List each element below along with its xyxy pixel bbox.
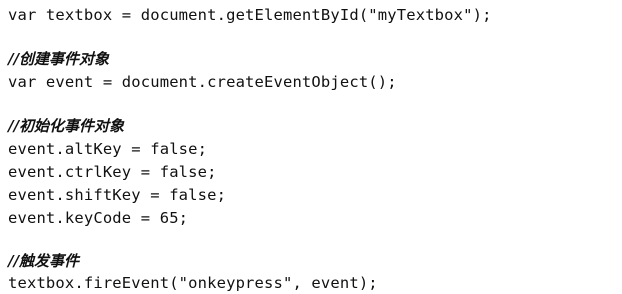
code-line-fire-event: textbox.fireEvent("onkeypress", event); <box>8 274 378 292</box>
code-line-get-textbox: var textbox = document.getElementById("m… <box>8 6 492 24</box>
comment-create-event: //创建事件对象 <box>8 50 109 68</box>
comment-init-event: //初始化事件对象 <box>8 117 124 135</box>
code-line-ctrl-key: event.ctrlKey = false; <box>8 163 217 181</box>
comment-fire-event: //触发事件 <box>8 252 79 270</box>
code-line-key-code: event.keyCode = 65; <box>8 209 189 227</box>
code-line-shift-key: event.shiftKey = false; <box>8 186 227 204</box>
code-line-create-event: var event = document.createEventObject()… <box>8 73 397 91</box>
code-listing: var textbox = document.getElementById("m… <box>8 4 618 292</box>
code-line-alt-key: event.altKey = false; <box>8 140 208 158</box>
